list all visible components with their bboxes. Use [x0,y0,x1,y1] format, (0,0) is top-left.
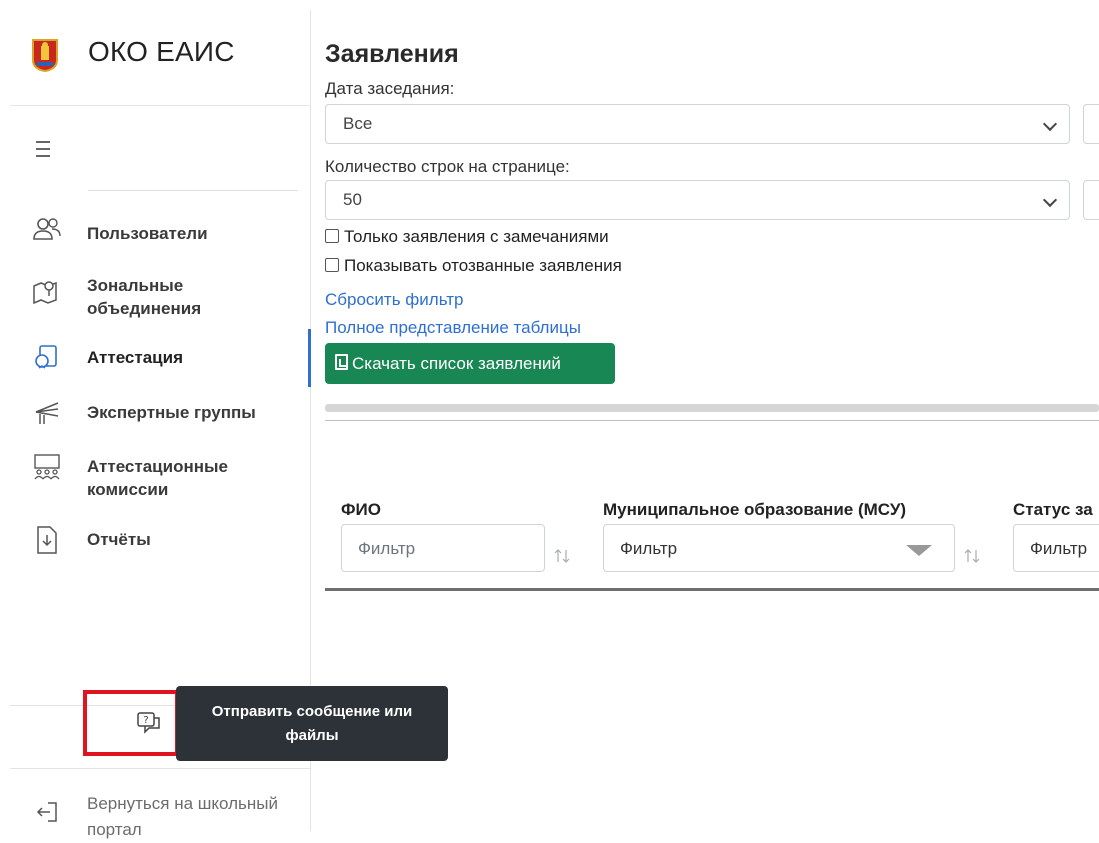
sort-icon[interactable] [552,546,572,566]
download-button-label: Скачать список заявлений [352,354,561,373]
municipality-filter-select[interactable]: Фильтр [603,524,955,572]
checkbox-label: Только заявления с замечаниями [344,227,609,246]
fio-filter-input[interactable]: Фильтр [341,524,545,572]
reset-filter-link[interactable]: Сбросить фильтр [325,290,463,310]
sidebar-item-zonal[interactable]: Зональные объединения [10,272,310,326]
meeting-date-extra-control[interactable] [1083,104,1099,144]
sidebar-item-reports[interactable]: Отчёты [10,525,310,555]
filter-placeholder: Фильтр [1030,539,1088,558]
active-indicator [308,329,311,387]
sidebar-item-label: Аттестационные комиссии [87,457,228,499]
horizontal-scrollbar[interactable] [325,404,1099,412]
chevron-down-icon [1042,116,1058,132]
sidebar-item-label: Аттестация [87,348,183,367]
map-pin-icon [33,281,57,305]
meeting-date-label: Дата заседания: [325,79,455,98]
back-arrow-icon [36,802,57,822]
filter-placeholder: Фильтр [358,539,416,558]
back-to-portal-link[interactable]: Вернуться на школьный портал [10,785,310,841]
column-header-status[interactable]: Статус за [1013,500,1099,520]
checkbox[interactable] [325,258,339,272]
menu-toggle-icon[interactable] [36,141,56,161]
users-icon [33,218,61,240]
sidebar-item-label: Экспертные группы [87,403,256,422]
sidebar-item-attestation[interactable]: Аттестация [10,329,311,387]
column-header-municipality[interactable]: Муниципальное образование (МСУ) [603,500,906,520]
remarks-only-checkbox[interactable]: Только заявления с замечаниями [325,227,609,247]
report-download-icon [37,526,57,554]
svg-text:?: ? [143,715,148,726]
dropdown-triangle-icon [906,545,932,556]
expert-groups-icon [35,402,59,424]
status-filter-input[interactable]: Фильтр [1013,524,1099,572]
app-title: ОКО ЕАИС [88,36,235,67]
column-header-fio[interactable]: ФИО [341,500,381,520]
sidebar-divider [10,768,310,769]
page-title: Заявления [325,40,459,68]
window-top-margin [0,0,1099,10]
sidebar-divider [88,190,298,191]
attestation-icon [35,345,57,369]
rows-per-page-value: 50 [343,190,362,209]
chat-question-icon: ? [137,712,160,734]
rows-per-page-extra-control[interactable] [1083,180,1099,220]
rows-per-page-label: Количество строк на странице: [325,157,570,176]
sort-icon[interactable] [962,546,982,566]
checkbox-label: Показывать отозванные заявления [344,256,622,275]
filter-placeholder: Фильтр [620,539,678,558]
meeting-date-value: Все [343,114,373,133]
show-revoked-checkbox[interactable]: Показывать отозванные заявления [325,256,622,276]
rows-per-page-select[interactable]: 50 [325,180,1070,220]
table-header-divider [325,588,1099,591]
coat-of-arms-icon [32,39,58,72]
sidebar-item-commissions[interactable]: Аттестационные комиссии [10,453,310,507]
chevron-down-icon [1042,192,1058,208]
meeting-date-select[interactable]: Все [325,104,1070,144]
checkbox[interactable] [325,229,339,243]
sidebar-item-label: Зональные объединения [87,276,202,318]
sidebar-item-expert-groups[interactable]: Экспертные группы [10,398,310,428]
sidebar-item-label: Отчёты [87,530,151,549]
full-table-view-link[interactable]: Полное представление таблицы [325,318,581,338]
send-message-button[interactable]: ? [83,690,179,756]
table-top-divider [325,420,1099,421]
back-to-portal-label: Вернуться на школьный портал [87,794,279,839]
commission-icon [34,454,60,480]
main-content: Заявления Дата заседания: Все Количество… [325,10,1099,831]
download-applications-button[interactable]: Скачать список заявлений [325,343,615,384]
sidebar-header: ОКО ЕАИС [10,10,310,106]
sidebar-item-label: Пользователи [87,224,208,243]
excel-file-icon [335,354,348,370]
sidebar-item-users[interactable]: Пользователи [10,215,310,255]
